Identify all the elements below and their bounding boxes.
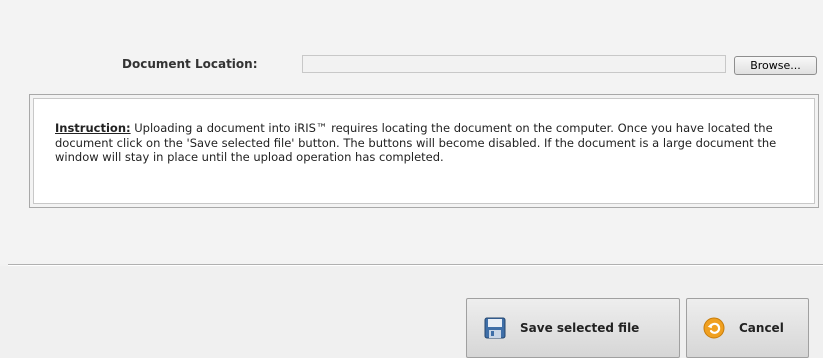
floppy-disk-icon	[484, 317, 506, 339]
cancel-button[interactable]: Cancel	[686, 298, 809, 358]
save-selected-file-button[interactable]: Save selected file	[466, 298, 680, 358]
cancel-label: Cancel	[739, 321, 784, 335]
save-selected-file-label: Save selected file	[520, 321, 640, 335]
instruction-panel: Instruction: Uploading a document into i…	[33, 98, 815, 204]
instruction-heading: Instruction:	[55, 121, 131, 135]
document-location-field[interactable]	[302, 55, 726, 73]
instruction-text: Uploading a document into iRIS™ requires…	[55, 121, 777, 164]
document-location-label: Document Location:	[122, 57, 258, 71]
browse-button[interactable]: Browse...	[734, 56, 817, 75]
instruction-box: Instruction: Uploading a document into i…	[29, 94, 819, 208]
undo-circle-icon	[703, 317, 725, 339]
